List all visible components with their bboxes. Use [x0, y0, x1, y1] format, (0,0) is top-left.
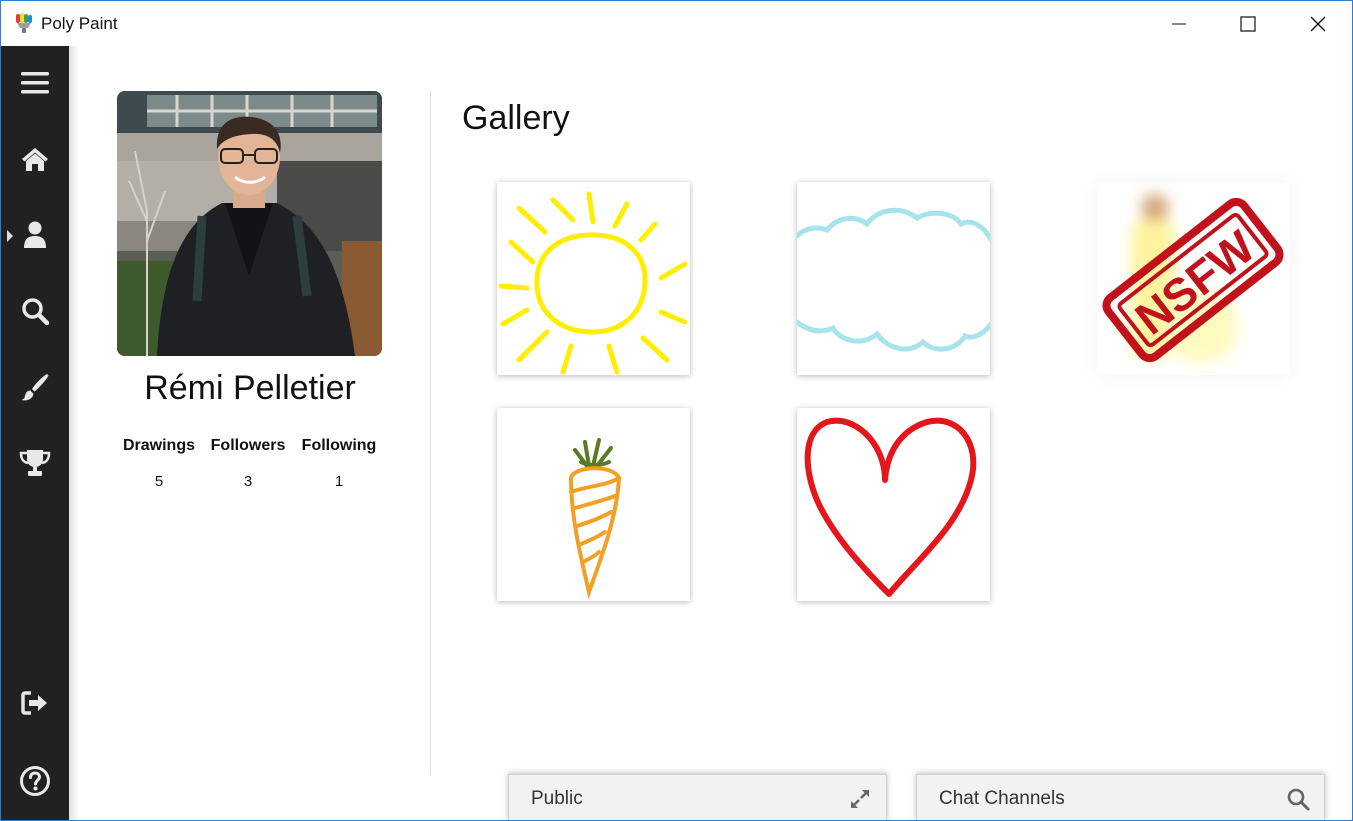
- public-chat-label: Public: [531, 788, 583, 809]
- gallery-item-nsfw[interactable]: NSFW: [1097, 182, 1290, 375]
- sidebar-menu-button[interactable]: [1, 55, 69, 111]
- heart-drawing: [804, 417, 977, 597]
- channel-search-button[interactable]: [1286, 787, 1310, 811]
- nsfw-drawing: NSFW: [1102, 194, 1284, 363]
- stat-label: Following: [301, 437, 377, 454]
- sidebar-item-logout[interactable]: [1, 675, 69, 731]
- minimize-button[interactable]: [1144, 1, 1214, 46]
- close-icon: [1310, 16, 1326, 31]
- profile-avatar: [117, 91, 382, 356]
- stat-followers[interactable]: Followers 3: [198, 437, 298, 490]
- expand-icon: [851, 790, 869, 808]
- sidebar-item-search[interactable]: [1, 283, 69, 339]
- app-logo-icon: [16, 13, 32, 33]
- maximize-button[interactable]: [1213, 1, 1283, 46]
- sidebar-item-help[interactable]: [1, 753, 69, 809]
- logout-icon: [21, 691, 47, 715]
- cloud-drawing: [797, 207, 990, 352]
- help-icon: [20, 766, 50, 796]
- profile-name: Rémi Pelletier: [144, 369, 356, 407]
- gallery-item-sun[interactable]: [497, 182, 690, 375]
- public-chat-panel[interactable]: Public: [508, 774, 887, 820]
- expand-button[interactable]: [848, 787, 872, 811]
- avatar-photo: [117, 91, 382, 356]
- chat-channels-label: Chat Channels: [939, 788, 1065, 809]
- search-icon: [22, 298, 49, 325]
- maximize-icon: [1240, 15, 1256, 32]
- sidebar: [1, 46, 69, 820]
- user-icon: [24, 221, 46, 248]
- stat-label: Followers: [210, 437, 286, 454]
- gallery-item-carrot[interactable]: [497, 408, 690, 601]
- minimize-icon: [1172, 23, 1186, 24]
- close-button[interactable]: [1283, 1, 1352, 46]
- stat-label: Drawings: [122, 437, 195, 454]
- sidebar-shadow: [69, 46, 79, 820]
- column-divider: [430, 91, 431, 775]
- gallery-title: Gallery: [462, 99, 570, 137]
- stat-value: 5: [154, 473, 164, 490]
- stat-value: 1: [334, 473, 344, 490]
- trophy-icon: [19, 450, 51, 476]
- sidebar-item-leaderboard[interactable]: [1, 435, 69, 491]
- brush-icon: [21, 374, 49, 401]
- gallery-item-heart[interactable]: [797, 408, 990, 601]
- stat-following[interactable]: Following 1: [289, 437, 389, 490]
- search-icon: [1287, 788, 1310, 811]
- home-icon: [22, 148, 48, 171]
- gallery-item-cloud[interactable]: [797, 182, 990, 375]
- sun-drawing: [498, 191, 688, 375]
- sidebar-item-draw[interactable]: [1, 359, 69, 415]
- carrot-drawing: [568, 438, 622, 600]
- sidebar-item-home[interactable]: [1, 131, 69, 187]
- sidebar-item-profile[interactable]: [1, 207, 69, 263]
- chat-channels-panel[interactable]: Chat Channels: [916, 774, 1325, 820]
- stat-value: 3: [243, 473, 253, 490]
- stat-drawings[interactable]: Drawings 5: [109, 437, 209, 490]
- title-bar: Poly Paint: [1, 1, 1352, 46]
- app-window: Poly Paint Rémi Pelletier Drawings 5 Fol…: [0, 0, 1353, 821]
- menu-icon: [21, 72, 49, 94]
- window-title: Poly Paint: [41, 14, 118, 33]
